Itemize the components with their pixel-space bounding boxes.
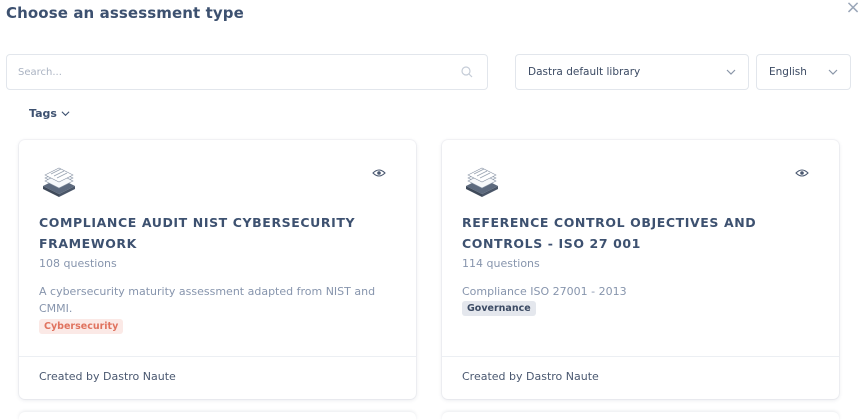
tag-badge: Cybersecurity bbox=[39, 319, 124, 334]
library-select-value: Dastra default library bbox=[528, 66, 641, 78]
divider bbox=[19, 356, 416, 357]
tags-label: Tags bbox=[29, 107, 57, 120]
card-author: Created by Dastro Naute bbox=[39, 370, 176, 383]
card-description: Compliance ISO 27001 - 2013 bbox=[462, 285, 627, 298]
document-stack-icon bbox=[466, 167, 498, 197]
eye-icon[interactable] bbox=[795, 168, 809, 178]
assessment-card[interactable]: COMPLIANCE AUDIT NIST CYBERSECURITY FRAM… bbox=[19, 140, 416, 399]
language-select[interactable]: English bbox=[756, 54, 851, 90]
card-title: COMPLIANCE AUDIT NIST CYBERSECURITY FRAM… bbox=[39, 215, 356, 251]
card-question-count: 108 questions bbox=[39, 257, 117, 270]
chevron-down-icon bbox=[726, 69, 736, 75]
search-field[interactable] bbox=[6, 54, 488, 90]
chevron-down-icon bbox=[61, 111, 70, 117]
document-stack-icon bbox=[43, 167, 75, 197]
tag-badge: Governance bbox=[462, 301, 536, 316]
card-question-count: 114 questions bbox=[462, 257, 540, 270]
close-icon[interactable]: × bbox=[845, 0, 861, 17]
next-card-edge bbox=[442, 412, 839, 420]
dialog-title: Choose an assessment type bbox=[6, 4, 244, 22]
divider bbox=[442, 356, 839, 357]
assessment-card[interactable]: REFERENCE CONTROL OBJECTIVES AND CONTROL… bbox=[442, 140, 839, 399]
language-select-value: English bbox=[769, 66, 807, 78]
tags-filter[interactable]: Tags bbox=[29, 107, 70, 120]
eye-icon[interactable] bbox=[372, 168, 386, 178]
chevron-down-icon bbox=[828, 69, 838, 75]
next-card-edge bbox=[19, 412, 416, 420]
card-title: REFERENCE CONTROL OBJECTIVES AND CONTROL… bbox=[462, 215, 757, 251]
card-author: Created by Dastro Naute bbox=[462, 370, 599, 383]
search-icon bbox=[461, 66, 473, 78]
card-description: A cybersecurity maturity assessment adap… bbox=[39, 285, 376, 315]
library-select[interactable]: Dastra default library bbox=[515, 54, 749, 90]
search-input[interactable] bbox=[7, 55, 427, 89]
